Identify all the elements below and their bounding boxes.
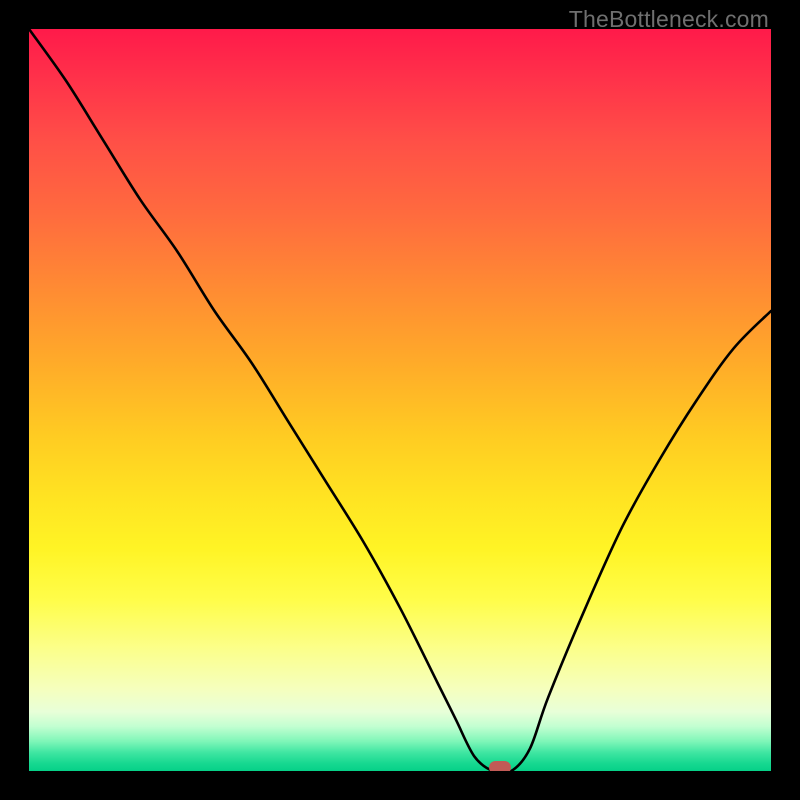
bottleneck-marker [489, 761, 511, 771]
plot-area [29, 29, 771, 771]
figure-frame: TheBottleneck.com [0, 0, 800, 800]
bottleneck-curve [29, 29, 771, 771]
